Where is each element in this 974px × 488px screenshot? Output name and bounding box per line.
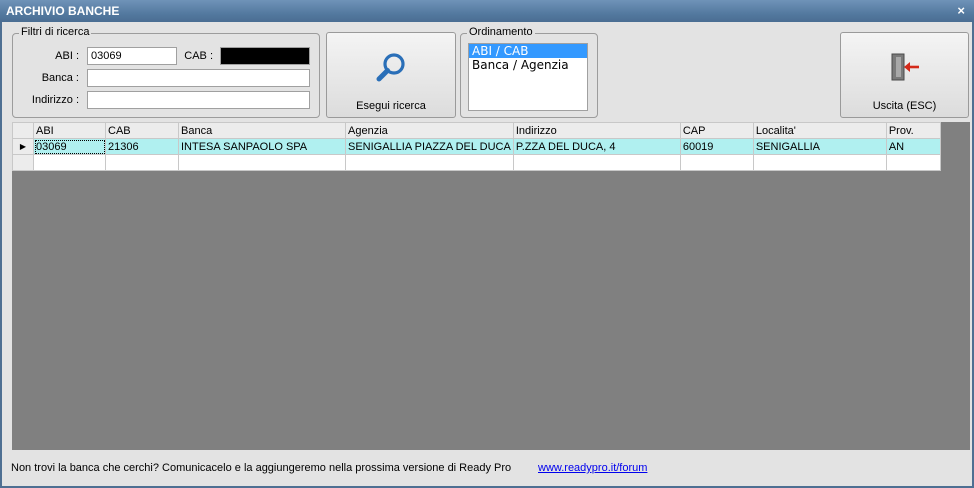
filters-legend: Filtri di ricerca (19, 26, 92, 38)
magnifier-icon (375, 51, 409, 88)
indirizzo-label: Indirizzo : (31, 94, 79, 106)
column-header-agenzia[interactable]: Agenzia (345, 122, 514, 139)
ordering-option-banca-agenzia[interactable]: Banca / Agenzia (469, 58, 587, 72)
empty-cell[interactable] (752, 154, 887, 171)
close-icon[interactable]: × (957, 0, 965, 22)
grid-header-row: ABI CAB Banca Agenzia Indirizzo CAP Loca… (12, 122, 941, 139)
empty-cell[interactable] (33, 154, 106, 171)
cell-banca[interactable]: INTESA SANPAOLO SPA (178, 138, 346, 155)
forum-link[interactable]: www.readypro.it/forum (538, 462, 647, 474)
cell-prov[interactable]: AN (885, 138, 941, 155)
new-row[interactable] (12, 154, 941, 171)
exit-button-label: Uscita (ESC) (872, 100, 937, 112)
search-button[interactable]: Esegui ricerca (326, 32, 456, 118)
empty-cell[interactable] (178, 154, 346, 171)
grid-corner-cell (12, 122, 34, 139)
column-header-prov[interactable]: Prov. (885, 122, 941, 139)
column-header-localita[interactable]: Localita' (752, 122, 887, 139)
current-row-indicator-icon: ▶ (12, 138, 34, 155)
cab-input[interactable] (220, 47, 310, 65)
banks-grid: ABI CAB Banca Agenzia Indirizzo CAP Loca… (12, 122, 941, 171)
window-client-area: Filtri di ricerca ABI : 03069 CAB : Banc… (2, 22, 972, 486)
abi-label: ABI : (55, 50, 79, 62)
ordering-groupbox: Ordinamento ABI / CAB Banca / Agenzia (460, 26, 598, 118)
column-header-abi[interactable]: ABI (33, 122, 106, 139)
window-title: ARCHIVIO BANCHE (6, 4, 120, 18)
empty-cell[interactable] (885, 154, 941, 171)
abi-input[interactable]: 03069 (87, 47, 177, 65)
cab-label: CAB : (184, 50, 213, 62)
ordering-listbox[interactable]: ABI / CAB Banca / Agenzia (468, 43, 588, 111)
search-button-label: Esegui ricerca (356, 100, 426, 112)
exit-button[interactable]: Uscita (ESC) (840, 32, 969, 118)
ordering-legend: Ordinamento (467, 26, 535, 38)
empty-cell[interactable] (512, 154, 681, 171)
title-bar: ARCHIVIO BANCHE × (0, 0, 974, 22)
banca-input[interactable] (87, 69, 310, 87)
empty-cell[interactable] (345, 154, 514, 171)
cell-agenzia[interactable]: SENIGALLIA PIAZZA DEL DUCA (345, 138, 514, 155)
banks-grid-area: ABI CAB Banca Agenzia Indirizzo CAP Loca… (12, 122, 970, 450)
column-header-cap[interactable]: CAP (679, 122, 754, 139)
cell-abi[interactable]: 03069 (33, 138, 106, 155)
empty-cell[interactable] (105, 154, 179, 171)
filters-groupbox: Filtri di ricerca ABI : 03069 CAB : Banc… (12, 26, 320, 118)
archivio-banche-window: ARCHIVIO BANCHE × Filtri di ricerca ABI … (0, 0, 974, 488)
ordering-option-abi-cab[interactable]: ABI / CAB (469, 44, 587, 58)
cell-localita[interactable]: SENIGALLIA (752, 138, 887, 155)
footer-message: Non trovi la banca che cerchi? Comunicac… (11, 462, 512, 474)
cell-indirizzo[interactable]: P.ZZA DEL DUCA, 4 (512, 138, 681, 155)
new-row-indicator (12, 154, 34, 171)
banca-label: Banca : (41, 72, 79, 84)
exit-door-icon (889, 51, 921, 88)
table-row[interactable]: ▶ 03069 21306 INTESA SANPAOLO SPA SENIGA… (12, 138, 941, 155)
column-header-indirizzo[interactable]: Indirizzo (512, 122, 681, 139)
column-header-banca[interactable]: Banca (178, 122, 346, 139)
cell-cab[interactable]: 21306 (105, 138, 179, 155)
indirizzo-input[interactable] (87, 91, 310, 109)
cell-cap[interactable]: 60019 (679, 138, 754, 155)
empty-cell[interactable] (679, 154, 754, 171)
column-header-cab[interactable]: CAB (105, 122, 179, 139)
